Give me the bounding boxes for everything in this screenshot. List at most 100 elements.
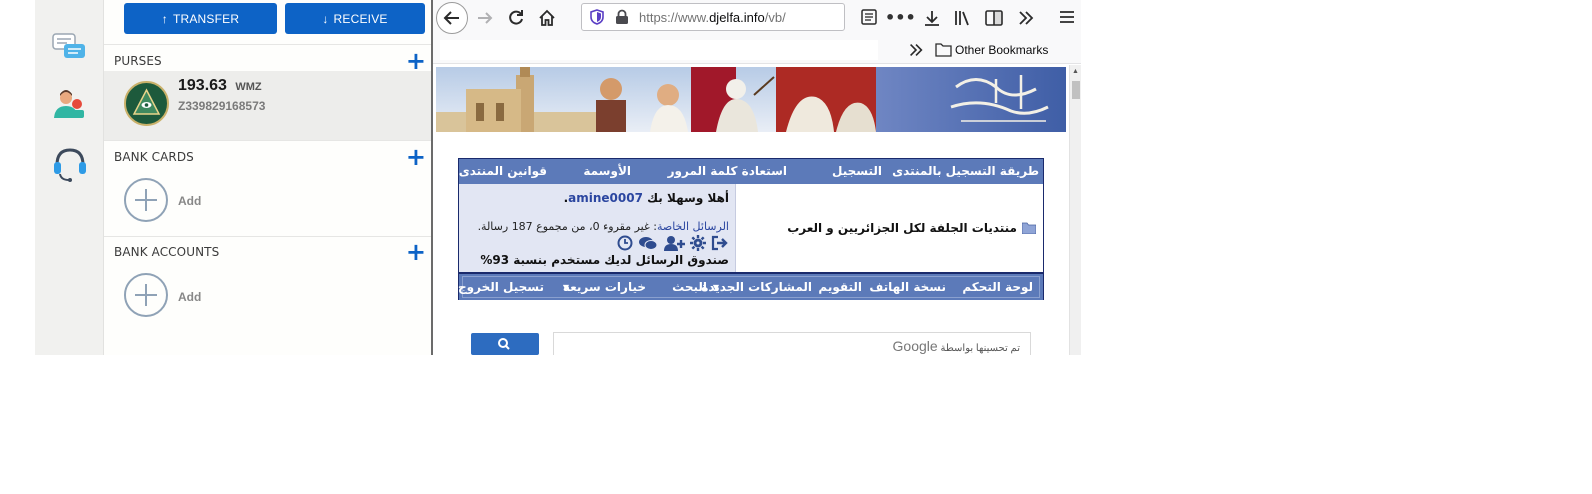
purse-amount: 193.63 — [178, 77, 227, 94]
nav-register[interactable]: التسجيل — [832, 164, 882, 178]
transfer-button[interactable]: ↑ TRANSFER — [124, 3, 277, 34]
support-headset-icon[interactable] — [51, 145, 89, 183]
chat-icon[interactable] — [51, 30, 89, 68]
quick-options-dropdown-icon[interactable]: ▼ — [563, 283, 569, 292]
sidebar-toggle-icon[interactable] — [984, 8, 1004, 28]
divider — [104, 44, 431, 45]
forward-arrow-icon[interactable] — [475, 8, 495, 28]
scrollbar-thumb[interactable] — [1072, 81, 1080, 99]
downloads-icon[interactable] — [922, 8, 942, 28]
nav-search[interactable]: البحث — [672, 280, 707, 294]
nav-forum-rules[interactable]: قوانين المنتدى — [459, 164, 547, 178]
page-actions-menu-icon[interactable]: ••• — [885, 8, 916, 28]
search-icon — [498, 338, 510, 350]
mailbox-usage: صندوق الرسائل لديك مستخدم بنسبة 93% — [480, 253, 729, 267]
welcome-text: أهلا وسهلا بك — [647, 191, 729, 205]
nav-logout[interactable]: تسجيل الخروج — [458, 280, 544, 294]
nav-mobile-version[interactable]: نسخة الهاتف — [869, 280, 946, 294]
forum-banner[interactable] — [436, 67, 1066, 132]
nav-calendar[interactable]: التقويم — [818, 280, 862, 294]
browser-window: https://www.djelfa.info/vb/ ••• Other Bo… — [431, 0, 1081, 355]
bookmarks-toolbar-area — [440, 40, 878, 60]
tracking-shield-icon[interactable] — [589, 9, 605, 30]
url-path: /vb/ — [764, 10, 786, 25]
transfer-label: TRANSFER — [172, 11, 240, 26]
reload-icon[interactable] — [506, 8, 526, 28]
lock-icon[interactable] — [615, 9, 629, 30]
pm-line: الرسائل الخاصة: غير مقروء 0، من مجموع 18… — [478, 220, 729, 233]
username-link[interactable]: amine0007 — [568, 191, 643, 205]
google-branding: Google تم تحسينها بواسطة — [893, 338, 1020, 354]
divider — [104, 236, 431, 237]
contacts-icon[interactable] — [51, 86, 89, 124]
forum-bottom-nav-inner: لوحة التحكم نسخة الهاتف التقويم المشاركا… — [458, 276, 1040, 298]
forum-navbar: طريقة التسجيل بالمنتدى التسجيل استعادة ك… — [458, 158, 1044, 300]
url-prefix: https://www. — [639, 10, 710, 25]
receive-button[interactable]: ↓ RECEIVE — [285, 3, 425, 34]
receive-label: RECEIVE — [333, 11, 388, 26]
forum-welcome-panel: منتديات الجلفة لكل الجزائريين و العرب أه… — [459, 184, 1043, 272]
other-bookmarks[interactable]: Other Bookmarks — [955, 43, 1048, 57]
url-host: djelfa.info — [709, 10, 765, 25]
add-bank-card-icon[interactable] — [124, 178, 168, 222]
folder-icon — [1021, 221, 1037, 235]
arrow-up-icon: ↑ — [161, 11, 168, 26]
bookmarks-overflow-chevron-icon[interactable] — [907, 41, 925, 64]
url-text[interactable]: https://www.djelfa.info/vb/ — [639, 10, 786, 25]
add-bank-account-plus-icon[interactable]: + — [406, 240, 426, 264]
nav-recover-password[interactable]: استعادة كلمة المرور — [668, 164, 787, 178]
google-search-input[interactable]: Google تم تحسينها بواسطة — [553, 332, 1031, 355]
folder-icon — [935, 42, 952, 62]
back-button[interactable] — [436, 2, 468, 34]
logout-icon[interactable] — [711, 235, 729, 251]
divider — [104, 140, 431, 141]
forum-bottom-nav: لوحة التحكم نسخة الهاتف التقويم المشاركا… — [458, 272, 1043, 300]
back-arrow-icon — [443, 11, 459, 25]
page-scrollbar[interactable]: ▲ — [1069, 65, 1081, 355]
powered-by-text: تم تحسينها بواسطة — [940, 343, 1020, 354]
site-title[interactable]: منتديات الجلفة لكل الجزائريين و العرب — [787, 221, 1017, 235]
add-bank-account-label[interactable]: Add — [178, 290, 201, 304]
conversations-icon[interactable] — [638, 235, 658, 251]
wallet-app: ↑ TRANSFER ↓ RECEIVE PURSES + 193.63 WMZ… — [35, 0, 431, 355]
pm-link[interactable]: الرسائل الخاصة — [657, 220, 729, 233]
wallet-side-rail — [35, 0, 104, 355]
library-icon[interactable] — [953, 8, 973, 28]
bank-cards-heading: BANK CARDS — [114, 150, 194, 164]
bookmarks-bar: Other Bookmarks — [433, 36, 1081, 64]
url-bar[interactable]: https://www.djelfa.info/vb/ — [581, 3, 845, 31]
purses-heading: PURSES — [114, 54, 162, 68]
pm-stats: : غير مقروء 0، من مجموع 187 رسالة. — [477, 220, 657, 233]
user-quick-icons — [617, 235, 729, 251]
purse-currency: WMZ — [235, 81, 262, 93]
purse-id: Z339829168573 — [178, 99, 266, 113]
hamburger-menu-icon[interactable] — [1057, 8, 1077, 28]
forum-top-nav: طريقة التسجيل بالمنتدى التسجيل استعادة ك… — [459, 159, 1043, 184]
wallet-main: ↑ TRANSFER ↓ RECEIVE PURSES + 193.63 WMZ… — [104, 0, 431, 355]
nav-quick-options[interactable]: خيارات سريعة — [563, 280, 646, 294]
nav-control-panel[interactable]: لوحة التحكم — [962, 280, 1033, 294]
nav-register-guide[interactable]: طريقة التسجيل بالمنتدى — [892, 164, 1039, 178]
user-info-cell: أهلا وسهلا بك amine0007. الرسائل الخاصة:… — [459, 184, 735, 272]
nav-medals[interactable]: الأوسمة — [583, 164, 631, 178]
add-bank-card-plus-icon[interactable]: + — [406, 145, 426, 169]
add-friend-icon[interactable] — [663, 235, 685, 251]
google-logo-text: Google — [892, 338, 938, 354]
reader-view-icon[interactable] — [859, 8, 879, 28]
add-purse-plus-icon[interactable]: + — [406, 49, 426, 73]
add-bank-account-icon[interactable] — [124, 273, 168, 317]
bank-accounts-heading: BANK ACCOUNTS — [114, 245, 220, 259]
home-icon[interactable] — [537, 8, 557, 28]
scroll-up-icon[interactable]: ▲ — [1072, 68, 1079, 75]
search-dropdown-icon[interactable]: ▼ — [713, 283, 719, 292]
welcome-line: أهلا وسهلا بك amine0007. — [563, 191, 729, 205]
purse-item[interactable]: 193.63 WMZ Z339829168573 — [104, 71, 431, 140]
google-search-button[interactable] — [471, 333, 539, 355]
add-bank-card-label[interactable]: Add — [178, 194, 201, 208]
clock-icon[interactable] — [617, 235, 633, 251]
browser-toolbar: https://www.djelfa.info/vb/ ••• — [433, 0, 1081, 36]
site-title-cell: منتديات الجلفة لكل الجزائريين و العرب — [735, 184, 1043, 272]
arrow-down-icon: ↓ — [322, 11, 329, 26]
settings-gear-icon[interactable] — [690, 235, 706, 251]
overflow-chevron-icon[interactable] — [1016, 8, 1036, 28]
